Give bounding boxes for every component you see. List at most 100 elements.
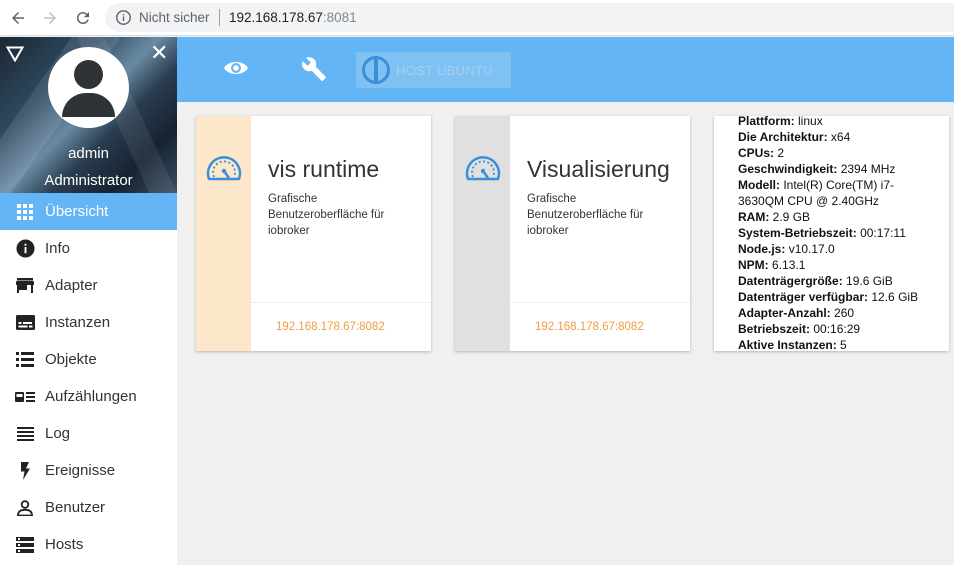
info-key: System-Betriebszeit: [738, 226, 857, 240]
info-value: 2 [777, 146, 785, 160]
info-key: Geschwindigkeit: [738, 162, 838, 176]
profile-header: ✕ admin Administrator [0, 37, 177, 193]
info-icon [15, 239, 35, 259]
info-circle-icon[interactable] [115, 9, 132, 26]
info-row: Aktive Instanzen: 5 [738, 337, 938, 351]
avatar [48, 47, 129, 128]
store-icon [15, 276, 35, 296]
info-value: 260 [834, 306, 855, 320]
url-host: 192.168.178.67 [229, 10, 323, 25]
card-description: Grafische Benutzeroberfläche für iobroke… [527, 193, 644, 237]
adapter-card: vis runtime Grafische Benutzeroberfläche… [196, 116, 431, 351]
info-key: Die Architektur: [738, 130, 828, 144]
reload-icon [76, 12, 89, 25]
iobroker-logo-icon [362, 56, 390, 84]
info-key: Betriebszeit: [738, 322, 811, 336]
divider [251, 302, 431, 303]
info-value: 5 [840, 338, 847, 351]
avatar-head [74, 60, 103, 89]
address-bar[interactable]: Nicht sicher 192.168.178.67:8081 [105, 3, 954, 32]
sidebar-item-aufzaehlungen[interactable]: Aufzählungen [0, 378, 177, 415]
separator [219, 9, 220, 26]
info-value: 00:16:29 [813, 322, 861, 336]
sidebar-item-hosts[interactable]: Hosts [0, 526, 177, 563]
info-row: NPM: 6.13.1 [738, 257, 938, 273]
url-text[interactable]: 192.168.178.67:8081 [229, 10, 357, 25]
info-value: 00:17:11 [860, 226, 906, 240]
info-value: 19.6 GiB [846, 274, 893, 288]
user-role: Administrator [44, 172, 133, 189]
reload-button[interactable] [71, 6, 95, 30]
back-button[interactable] [6, 6, 30, 30]
subtitles-icon [15, 313, 35, 333]
flash-icon [15, 461, 35, 481]
sidebar-item-label: Benutzer [45, 499, 106, 516]
info-key: NPM: [738, 258, 769, 272]
sidebar-item-ereignisse[interactable]: Ereignisse [0, 452, 177, 489]
avatar-body [62, 93, 115, 117]
gauge-icon [465, 156, 501, 181]
info-row: Modell: Intel(R) Core(TM) i7-3630QM CPU … [738, 177, 938, 209]
sidebar-item-label: Aufzählungen [45, 388, 137, 405]
person-icon [15, 498, 35, 518]
close-icon: ✕ [150, 40, 169, 65]
sidebar-item-objekte[interactable]: Objekte [0, 341, 177, 378]
storage-icon [15, 535, 35, 555]
info-row: Adapter-Anzahl: 260 [738, 305, 938, 321]
sidebar-nav: Übersicht Info Adapter Instanzen Objekte… [0, 193, 177, 563]
info-row: Datenträger verfügbar: 12.6 GiB [738, 289, 938, 305]
adapter-card: Visualisierung Grafische Benutzeroberflä… [455, 116, 690, 351]
info-value: 2.9 GB [772, 210, 811, 224]
featured-list-icon [15, 387, 35, 407]
info-key: Aktive Instanzen: [738, 338, 837, 351]
card-description: Grafische Benutzeroberfläche für iobroke… [268, 193, 385, 237]
info-row: CPUs: 2 [738, 145, 938, 161]
gauge-icon [206, 156, 242, 181]
sidebar-item-adapter[interactable]: Adapter [0, 267, 177, 304]
sidebar-item-log[interactable]: Log [0, 415, 177, 452]
lines-icon [15, 424, 35, 444]
info-row: Betriebszeit: 00:16:29 [738, 321, 938, 337]
card-title: vis runtime [268, 156, 380, 182]
menu-toggle-button[interactable] [5, 46, 25, 67]
info-key: Adapter-Anzahl: [738, 306, 831, 320]
info-row: RAM: 2.9 GB [738, 209, 938, 225]
triangle-down-icon [5, 46, 25, 63]
sidebar-item-label: Instanzen [45, 314, 111, 331]
info-key: CPUs: [738, 146, 775, 160]
info-row: Datenträgergröße: 19.6 GiB [738, 273, 938, 289]
sidebar-item-benutzer[interactable]: Benutzer [0, 489, 177, 526]
close-sidebar-button[interactable]: ✕ [150, 40, 169, 65]
info-row: Node.js: v10.17.0 [738, 241, 938, 257]
view-button[interactable] [223, 57, 249, 84]
sidebar-item-label: Hosts [45, 536, 84, 553]
info-key: RAM: [738, 210, 770, 224]
info-key: Modell: [738, 178, 780, 192]
settings-button[interactable] [301, 56, 327, 87]
sidebar-item-label: Ereignisse [45, 462, 116, 479]
info-value: 6.13.1 [772, 258, 806, 272]
sidebar-item-uebersicht[interactable]: Übersicht [0, 193, 177, 230]
sidebar-item-label: Objekte [45, 351, 97, 368]
sidebar-item-info[interactable]: Info [0, 230, 177, 267]
info-row: Die Architektur: x64 [738, 129, 938, 145]
arrow-right-icon [44, 12, 56, 24]
sidebar: ✕ admin Administrator Übersicht Info Ada… [0, 37, 177, 565]
forward-button[interactable] [38, 6, 62, 30]
sidebar-item-label: Info [45, 240, 71, 257]
info-row: Plattform: linux [738, 116, 938, 129]
info-key: Node.js: [738, 242, 786, 256]
sidebar-item-label: Log [45, 425, 71, 442]
card-link[interactable]: 192.168.178.67:8082 [535, 321, 644, 333]
list-icon [15, 350, 35, 370]
card-link[interactable]: 192.168.178.67:8082 [276, 321, 385, 333]
info-row: Geschwindigkeit: 2394 MHz [738, 161, 938, 177]
info-value: 2394 MHz [840, 162, 896, 176]
eye-icon [224, 62, 248, 74]
sidebar-item-label: Adapter [45, 277, 98, 294]
browser-toolbar: Nicht sicher 192.168.178.67:8081 [0, 0, 954, 36]
info-key: Datenträger verfügbar: [738, 290, 869, 304]
divider [510, 302, 690, 303]
sidebar-item-instanzen[interactable]: Instanzen [0, 304, 177, 341]
host-selector-button[interactable]: HOST UBUNTU [356, 52, 511, 88]
